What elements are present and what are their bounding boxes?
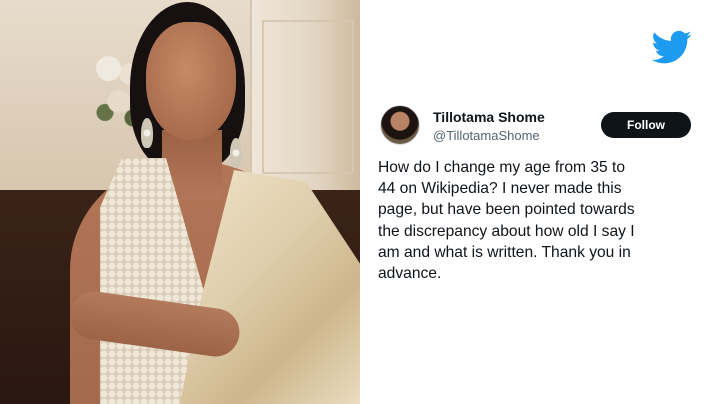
earring-left: [141, 118, 153, 148]
tweet-text-line: advance.: [378, 265, 442, 283]
tweet-text-line: am and what is written. Thank you in: [378, 243, 631, 261]
tweet-text: How do I change my age from 35 to 44 on …: [378, 157, 706, 284]
twitter-bird-icon: [651, 30, 692, 64]
woman-face: [146, 22, 236, 140]
tweet-text-line: 44 on Wikipedia? I never made this: [378, 180, 622, 198]
avatar[interactable]: [380, 105, 420, 145]
author-display-name[interactable]: Tillotama Shome: [433, 109, 545, 125]
author-handle[interactable]: @TillotamaShome: [433, 128, 540, 143]
tweet-text-line: page, but have been pointed towards: [378, 201, 635, 219]
follow-button[interactable]: Follow: [601, 112, 691, 138]
woman-figure: [0, 0, 360, 404]
tweet-text-line: How do I change my age from 35 to: [378, 159, 626, 176]
tweet-card: Tillotama Shome @TillotamaShome Follow H…: [360, 0, 720, 404]
earring-right: [230, 138, 242, 168]
tweet-text-line: the discrepancy about how old I say I: [378, 222, 635, 240]
portrait-photo: [0, 0, 360, 404]
